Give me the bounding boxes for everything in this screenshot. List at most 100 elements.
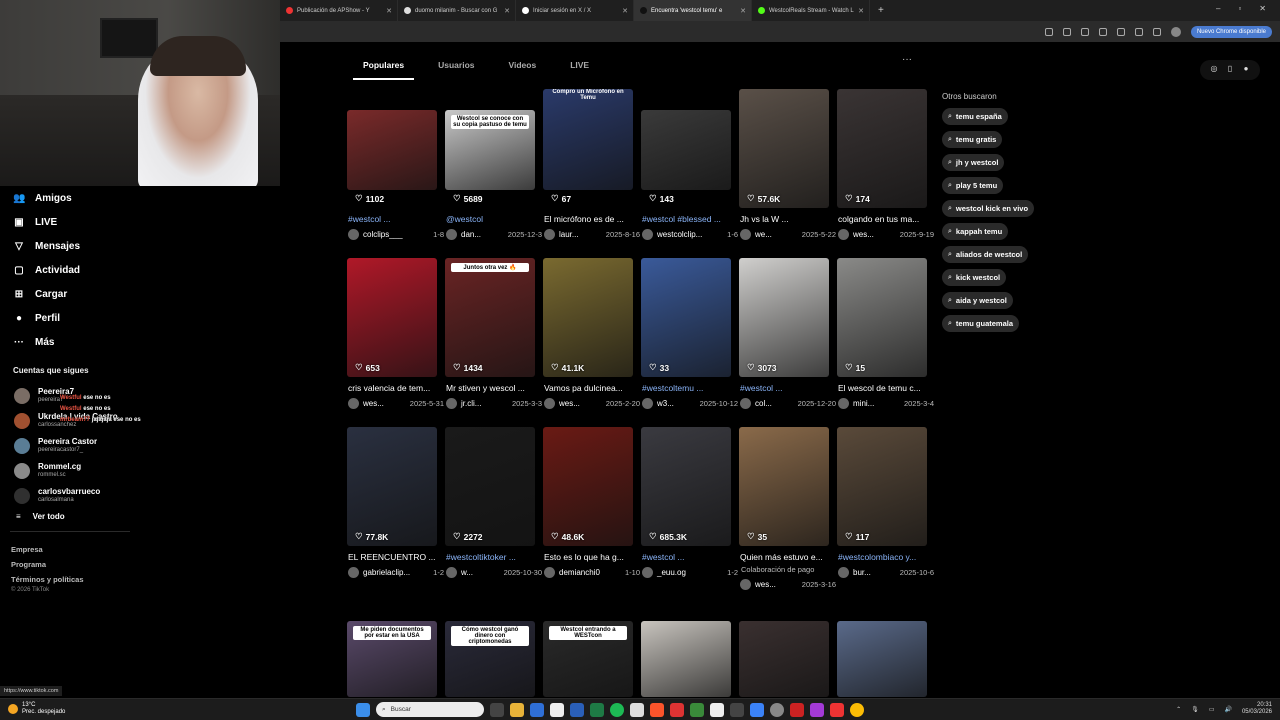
files-icon[interactable]: [630, 702, 644, 717]
author-name[interactable]: wes...: [559, 399, 580, 408]
video-thumbnail[interactable]: [739, 89, 829, 208]
author-name[interactable]: _euu.og: [657, 568, 686, 577]
video-thumbnail[interactable]: [347, 110, 437, 190]
video-description[interactable]: colgando en tus ma...: [838, 214, 934, 224]
video-thumbnail[interactable]: Westcol entrando a WESTcon: [543, 621, 633, 697]
clock[interactable]: 20:31 05/03/2026: [1242, 702, 1272, 716]
video-thumbnail[interactable]: Me piden documentos por estar en la USA: [347, 621, 437, 697]
video-description[interactable]: Jh vs la W ...: [740, 214, 836, 224]
browser-tab[interactable]: Iniciar sesión en X / X ✕: [516, 0, 634, 21]
video-thumbnail[interactable]: [543, 427, 633, 546]
video-thumbnail[interactable]: [837, 258, 927, 377]
video-description[interactable]: El wescol de temu c...: [838, 383, 934, 393]
sidebar-item-cargar[interactable]: ⊞ Cargar: [0, 282, 280, 306]
network-icon[interactable]: ▭: [1209, 706, 1215, 713]
user-avatar-icon[interactable]: ●: [1240, 64, 1252, 76]
author-avatar[interactable]: [446, 229, 457, 240]
video-thumbnail[interactable]: [543, 258, 633, 377]
following-account[interactable]: Rommel.cg rommel.sc: [0, 458, 280, 483]
author-avatar[interactable]: [446, 398, 457, 409]
author-name[interactable]: jr.cli...: [461, 399, 481, 408]
related-search-chip[interactable]: ⌕ temu guatemala: [942, 315, 1020, 332]
video-thumbnail[interactable]: [837, 621, 927, 697]
browser-tab[interactable]: duomo milanim - Buscar con G ✕: [398, 0, 516, 21]
author-avatar[interactable]: [740, 398, 751, 409]
author-avatar[interactable]: [544, 567, 555, 578]
video-thumbnail[interactable]: [837, 89, 927, 208]
zoom-icon[interactable]: [1062, 27, 1071, 36]
video-description[interactable]: Vamos pa dulcinea...: [544, 383, 640, 393]
video-description[interactable]: #westcoltiktoker ...: [446, 552, 542, 562]
weather-widget[interactable]: 13°C Prec. despejado: [8, 702, 65, 716]
brave-icon[interactable]: [650, 702, 664, 717]
author-name[interactable]: westcolclip...: [657, 230, 702, 239]
video-description[interactable]: #westcol ...: [348, 214, 444, 224]
tab-populares[interactable]: Populares: [353, 54, 415, 80]
related-search-chip[interactable]: ⌕ westcol kick en vivo: [942, 200, 1035, 217]
author-name[interactable]: wes...: [853, 230, 874, 239]
author-avatar[interactable]: [642, 229, 653, 240]
store-icon[interactable]: [530, 702, 544, 717]
close-tab-icon[interactable]: ✕: [858, 7, 864, 15]
author-name[interactable]: colclips___: [363, 230, 403, 239]
minimize-button[interactable]: –: [1216, 4, 1220, 13]
author-avatar[interactable]: [446, 567, 457, 578]
app5-icon[interactable]: [790, 702, 804, 717]
video-description[interactable]: Mr stiven y wescol ...: [446, 383, 542, 393]
app4-icon[interactable]: [750, 702, 764, 717]
sidebar-item-amigos[interactable]: 👥 Amigos: [0, 186, 280, 210]
author-avatar[interactable]: [642, 398, 653, 409]
bookmark-icon[interactable]: [1098, 27, 1107, 36]
close-tab-icon[interactable]: ✕: [504, 7, 510, 15]
author-avatar[interactable]: [838, 398, 849, 409]
close-window-button[interactable]: ✕: [1259, 4, 1266, 13]
video-thumbnail[interactable]: [837, 427, 927, 546]
related-search-chip[interactable]: ⌕ jh y westcol: [942, 154, 1005, 171]
close-tab-icon[interactable]: ✕: [386, 7, 392, 15]
word-icon[interactable]: [570, 702, 584, 717]
video-description[interactable]: #westcoltemu ...: [642, 383, 738, 393]
excel-icon[interactable]: [590, 702, 604, 717]
video-description[interactable]: Esto es lo que ha g...: [544, 552, 640, 562]
video-thumbnail[interactable]: [739, 258, 829, 377]
video-thumbnail[interactable]: [641, 427, 731, 546]
see-all-button[interactable]: ≡ Ver todo: [0, 512, 280, 521]
video-description[interactable]: #westcol #blessed ...: [642, 214, 738, 224]
author-name[interactable]: w...: [461, 568, 473, 577]
author-avatar[interactable]: [348, 229, 359, 240]
video-thumbnail[interactable]: Cómo westcol ganó dinero con criptomoned…: [445, 621, 535, 697]
author-name[interactable]: wes...: [363, 399, 384, 408]
video-description[interactable]: #westcolombiaco y...: [838, 552, 934, 562]
chrome-icon[interactable]: [850, 702, 864, 717]
taskview-icon[interactable]: [490, 702, 504, 717]
author-avatar[interactable]: [642, 567, 653, 578]
video-description[interactable]: Quien más estuvo e...: [740, 552, 836, 562]
video-description[interactable]: #westcol ...: [642, 552, 738, 562]
video-thumbnail[interactable]: [347, 258, 437, 377]
notepad-icon[interactable]: [550, 702, 564, 717]
author-avatar[interactable]: [838, 229, 849, 240]
video-description[interactable]: cris valencia de tem...: [348, 383, 444, 393]
author-name[interactable]: demianchi0: [559, 568, 600, 577]
tab-videos[interactable]: Videos: [498, 54, 546, 80]
author-avatar[interactable]: [544, 229, 555, 240]
author-avatar[interactable]: [348, 398, 359, 409]
author-name[interactable]: bur...: [853, 568, 871, 577]
browser-tab[interactable]: Encuentra 'westcol temu' e ✕: [634, 0, 752, 21]
author-avatar[interactable]: [740, 579, 751, 590]
video-thumbnail[interactable]: Westcol se conoce con su copia pastuso d…: [445, 110, 535, 190]
video-thumbnail[interactable]: [641, 621, 731, 697]
browser-tab[interactable]: WestcolReals Stream - Watch L ✕: [752, 0, 870, 21]
app2-icon[interactable]: [690, 702, 704, 717]
author-name[interactable]: laur...: [559, 230, 579, 239]
author-name[interactable]: wes...: [755, 580, 776, 589]
install-icon[interactable]: [1080, 27, 1089, 36]
app3-icon[interactable]: [710, 702, 724, 717]
author-name[interactable]: gabrielaclip...: [363, 568, 410, 577]
start-icon[interactable]: [356, 702, 370, 717]
video-thumbnail[interactable]: [641, 258, 731, 377]
author-name[interactable]: dan...: [461, 230, 481, 239]
author-name[interactable]: col...: [755, 399, 772, 408]
sidebar-item-actividad[interactable]: ▢ Actividad: [0, 258, 280, 282]
app6-icon[interactable]: [810, 702, 824, 717]
